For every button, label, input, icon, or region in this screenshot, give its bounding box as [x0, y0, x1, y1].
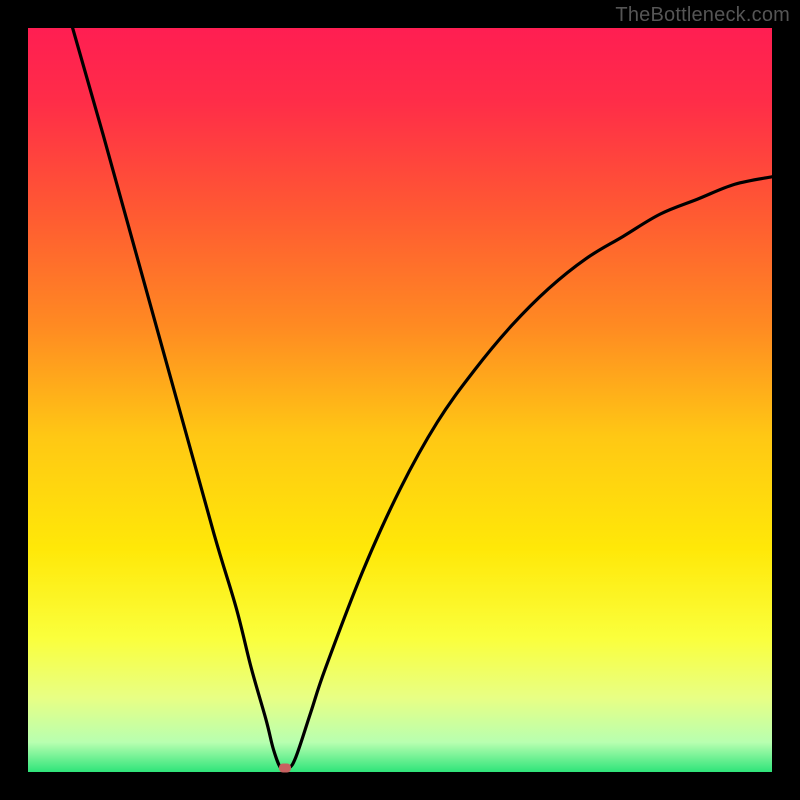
watermark-text: TheBottleneck.com [615, 4, 790, 27]
optimal-point-marker [279, 764, 291, 773]
bottleneck-curve [28, 28, 772, 772]
plot-area [28, 28, 772, 772]
